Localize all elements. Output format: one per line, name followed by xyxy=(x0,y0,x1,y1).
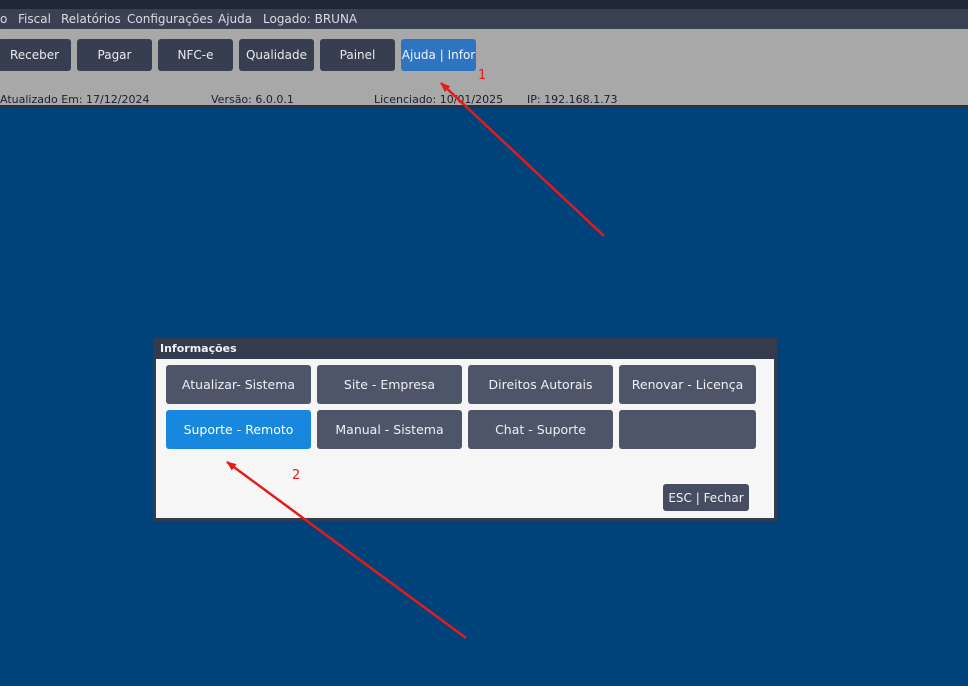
menu-item-ajuda[interactable]: Ajuda xyxy=(218,12,252,26)
annotation-marker-1: 1 xyxy=(478,68,487,83)
dialog-title: Informações xyxy=(160,342,237,355)
direitos-autorais-button[interactable]: Direitos Autorais xyxy=(468,365,613,404)
nfce-button[interactable]: NFC-e xyxy=(158,39,233,71)
qualidade-button[interactable]: Qualidade xyxy=(239,39,314,71)
menu-item-fiscal[interactable]: Fiscal xyxy=(18,12,51,26)
status-licensed: Licenciado: 10/01/2025 xyxy=(374,93,504,106)
dialog-body: Atualizar- Sistema Site - Empresa Direit… xyxy=(156,359,774,518)
renovar-licenca-button[interactable]: Renovar - Licença xyxy=(619,365,756,404)
menu-item-partial[interactable]: o xyxy=(0,12,7,26)
chat-suporte-button[interactable]: Chat - Suporte xyxy=(468,410,613,449)
painel-button[interactable]: Painel xyxy=(320,39,395,71)
ajuda-infor-button[interactable]: Ajuda | Infor xyxy=(401,39,476,71)
menu-bar: o Fiscal Relatórios Configurações Ajuda … xyxy=(0,9,968,29)
menu-item-configuracoes[interactable]: Configurações xyxy=(127,12,213,26)
menu-item-relatorios[interactable]: Relatórios xyxy=(61,12,121,26)
atualizar-sistema-button[interactable]: Atualizar- Sistema xyxy=(166,365,311,404)
info-dialog: Informações Atualizar- Sistema Site - Em… xyxy=(153,338,777,521)
status-ip: IP: 192.168.1.73 xyxy=(527,93,618,106)
pagar-button[interactable]: Pagar xyxy=(77,39,152,71)
site-empresa-button[interactable]: Site - Empresa xyxy=(317,365,462,404)
annotation-marker-2: 2 xyxy=(292,468,301,483)
logged-user-label: Logado: BRUNA xyxy=(263,12,358,26)
manual-sistema-button[interactable]: Manual - Sistema xyxy=(317,410,462,449)
receber-button[interactable]: Receber xyxy=(0,39,71,71)
empty-button[interactable] xyxy=(619,410,756,449)
status-version: Versão: 6.0.0.1 xyxy=(211,93,294,106)
window-top-strip xyxy=(0,0,968,9)
suporte-remoto-button[interactable]: Suporte - Remoto xyxy=(166,410,311,449)
status-updated: Atualizado Em: 17/12/2024 xyxy=(0,93,150,106)
esc-fechar-button[interactable]: ESC | Fechar xyxy=(663,484,749,511)
